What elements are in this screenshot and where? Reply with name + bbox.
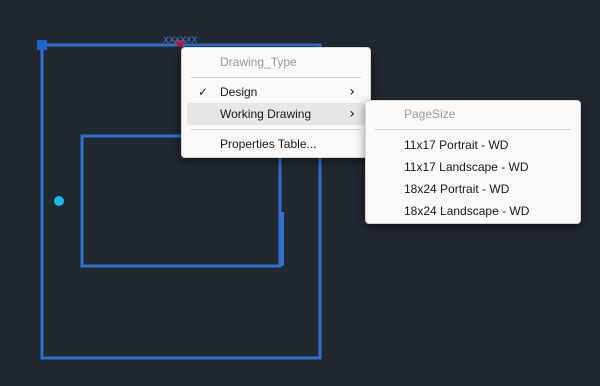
menu-item-label: Working Drawing [220, 107, 312, 121]
midpoint-grip[interactable] [54, 196, 64, 206]
submenu-item-label: 18x24 Portrait - WD [404, 182, 510, 196]
context-menu-header: Drawing_Type [220, 55, 297, 69]
chevron-right-icon: › [349, 106, 355, 122]
check-icon: ✓ [197, 85, 209, 99]
menu-separator [191, 77, 361, 78]
menu-separator [191, 129, 361, 130]
submenu-item-18x24-portrait[interactable]: 18x24 Portrait - WD [371, 178, 575, 200]
menu-item-design[interactable]: ✓ Design › [187, 81, 365, 103]
page-size-submenu: PageSize 11x17 Portrait - WD 11x17 Lands… [365, 100, 581, 224]
menu-item-label: Design [220, 85, 258, 99]
corner-grip[interactable] [37, 40, 47, 50]
chevron-right-icon: › [349, 84, 355, 100]
menu-separator [375, 129, 571, 130]
menu-item-working-drawing[interactable]: Working Drawing › [187, 103, 365, 125]
context-menu: Drawing_Type ✓ Design › Working Drawing … [181, 47, 371, 158]
menu-item-properties-table[interactable]: Properties Table... [187, 133, 365, 155]
submenu-item-label: 11x17 Landscape - WD [404, 160, 529, 174]
submenu-item-label: 18x24 Landscape - WD [404, 204, 530, 218]
submenu-header: PageSize [404, 107, 456, 121]
submenu-item-label: 11x17 Portrait - WD [404, 138, 509, 152]
submenu-item-11x17-landscape[interactable]: 11x17 Landscape - WD [371, 156, 575, 178]
submenu-item-11x17-portrait[interactable]: 11x17 Portrait - WD [371, 134, 575, 156]
submenu-item-18x24-landscape[interactable]: 18x24 Landscape - WD [371, 200, 575, 222]
grip-text: XXXXXX [163, 36, 198, 46]
menu-item-label: Properties Table... [220, 137, 317, 151]
